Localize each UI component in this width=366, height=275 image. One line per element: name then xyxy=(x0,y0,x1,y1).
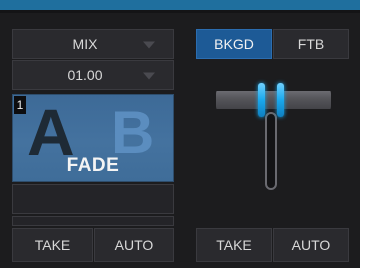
slot-number-badge: 1 xyxy=(14,96,26,114)
duration-dropdown[interactable]: 01.00 xyxy=(12,60,174,90)
auto-button-left[interactable]: AUTO xyxy=(94,228,174,262)
preview-letter-b: B xyxy=(111,99,155,166)
tbar-handle[interactable] xyxy=(216,91,331,109)
empty-slot xyxy=(12,184,174,214)
page-margin-right xyxy=(360,0,366,275)
chevron-down-icon xyxy=(143,41,155,49)
tbar-grip-left xyxy=(258,83,265,117)
transition-panel: MIX 01.00 A B FADE 1 TAKE AUTO BKGD FTB … xyxy=(0,0,366,275)
take-button-left[interactable]: TAKE xyxy=(12,228,93,262)
transition-type-dropdown[interactable]: MIX xyxy=(12,29,174,59)
tbar-track[interactable] xyxy=(265,112,277,190)
auto-button-right[interactable]: AUTO xyxy=(273,228,349,262)
bkgd-button[interactable]: BKGD xyxy=(196,29,272,59)
ftb-button[interactable]: FTB xyxy=(273,29,349,59)
page-margin-bottom xyxy=(0,268,366,275)
duration-value: 01.00 xyxy=(67,67,103,83)
take-button-right[interactable]: TAKE xyxy=(196,228,272,262)
preview-title: FADE xyxy=(66,155,120,176)
transition-type-value: MIX xyxy=(72,36,98,52)
tbar-grip-right xyxy=(277,83,284,117)
empty-slot xyxy=(12,216,174,226)
transition-preview-thumbnail[interactable]: A B FADE xyxy=(12,94,174,182)
header-bar xyxy=(0,0,366,13)
chevron-down-icon xyxy=(143,72,155,80)
